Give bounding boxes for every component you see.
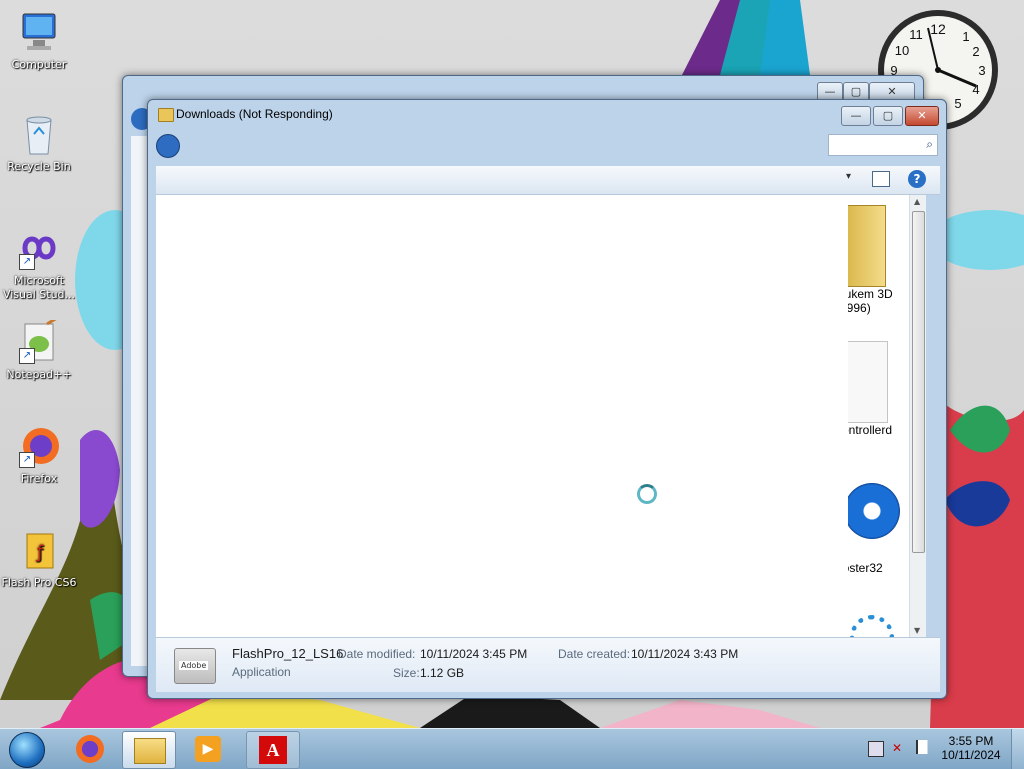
tray-date: 10/11/2024 — [941, 748, 1001, 762]
document-icon — [846, 341, 888, 423]
start-button[interactable] — [6, 731, 46, 768]
view-options-chevron-icon[interactable]: ▾ — [846, 171, 851, 182]
taskbar: ▶ A ✕ 3:55 PM 10/11/2024 — [0, 728, 1024, 769]
show-desktop-button[interactable] — [1011, 729, 1024, 769]
tray-time: 3:55 PM — [948, 734, 994, 748]
desktop-icon-label: Computer — [11, 58, 67, 71]
start-orb-icon — [9, 732, 45, 768]
desktop-icon-label: Flash Pro CS6 — [1, 576, 77, 589]
desktop-icon-label: Microsoft Visual Stud... — [2, 274, 76, 301]
search-box[interactable]: ⌕ — [828, 134, 938, 156]
firefox-icon: ↗ — [17, 424, 61, 468]
toolbar: ▾ ? — [156, 166, 940, 195]
shortcut-arrow-icon: ↗ — [19, 348, 35, 364]
adobe-flash-icon: A — [259, 736, 287, 764]
details-pane: Adobe FlashPro_12_LS16 Application Date … — [156, 637, 940, 692]
help-icon[interactable]: ? — [908, 170, 926, 188]
scrollbar-thumb[interactable] — [912, 211, 925, 553]
downloads-window[interactable]: Downloads (Not Responding) — ▢ ✕ ⌕ ▾ ? D… — [147, 99, 947, 699]
clock-number: 3 — [978, 63, 985, 78]
not-responding-overlay — [176, 195, 848, 637]
size-label: Size: — [393, 666, 420, 680]
desktop-icon-flash-pro[interactable]: ƒ Flash Pro CS6 — [0, 528, 78, 590]
date-modified-value: 10/11/2024 3:45 PM — [420, 647, 528, 661]
flash-pro-icon: ƒ — [17, 528, 61, 572]
desktop-icon-label: Notepad++ — [6, 368, 72, 381]
taskbar-firefox[interactable] — [64, 731, 116, 767]
vertical-scrollbar[interactable]: ▲ ▼ — [909, 195, 926, 637]
desktop-icon-label: Recycle Bin — [7, 160, 71, 173]
desktop-icon-notepad-plus-plus[interactable]: ↗ Notepad++ — [0, 316, 78, 382]
clock-number: 12 — [930, 21, 946, 37]
desktop-icon-recycle-bin[interactable]: Recycle Bin — [0, 112, 78, 174]
details-file-type: Application — [232, 665, 291, 679]
minimize-button[interactable]: — — [841, 106, 871, 126]
gear-icon — [850, 615, 894, 637]
taskbar-media-player[interactable]: ▶ — [182, 731, 234, 767]
close-button[interactable]: ✕ — [905, 106, 939, 126]
taskbar-adobe-flash[interactable]: A — [246, 731, 300, 769]
tray-clock[interactable]: 3:55 PM 10/11/2024 — [940, 734, 1002, 762]
desktop-icon-firefox[interactable]: ↗ Firefox — [0, 424, 78, 486]
taskbar-explorer[interactable] — [122, 731, 176, 769]
file-thumbnail-icon: Adobe — [174, 648, 216, 684]
preview-pane-icon[interactable] — [872, 171, 890, 187]
svg-text:ƒ: ƒ — [35, 542, 44, 563]
volume-muted-icon[interactable]: ✕ — [892, 741, 906, 755]
window-title: Downloads (Not Responding) — [176, 107, 333, 121]
folder-icon — [158, 108, 174, 122]
disc-app-icon — [844, 483, 900, 539]
network-icon[interactable] — [868, 741, 884, 757]
date-created-label: Date created: — [558, 647, 631, 661]
desktop-icon-label: Firefox — [20, 472, 58, 485]
desktop-icon-visual-studio[interactable]: ↗ Microsoft Visual Stud... — [0, 226, 78, 302]
desktop-icon-computer[interactable]: Computer — [0, 10, 78, 72]
shortcut-arrow-icon: ↗ — [19, 452, 35, 468]
computer-icon — [17, 10, 61, 54]
thumbnail-label: Adobe — [179, 661, 209, 670]
firefox-icon — [76, 735, 104, 763]
shortcut-arrow-icon: ↗ — [19, 254, 35, 270]
file-view: Dukem 3D (1996) controllerd b ooster32 ▲ — [156, 195, 926, 637]
search-icon: ⌕ — [926, 137, 933, 151]
size-value: 1.12 GB — [420, 666, 465, 680]
notepad-plus-plus-icon: ↗ — [17, 316, 61, 364]
title-bar[interactable]: Downloads (Not Responding) — ▢ ✕ — [148, 100, 946, 126]
back-button[interactable] — [156, 134, 180, 158]
clock-number: 2 — [972, 44, 979, 59]
action-center-flag-icon[interactable] — [916, 740, 930, 754]
date-created-value: 10/11/2024 3:43 PM — [631, 647, 739, 661]
desktop: 12 1 2 3 4 5 9 10 11 Computer Recycle Bi… — [0, 0, 1024, 728]
recycle-bin-icon — [17, 112, 61, 156]
zip-folder-icon — [844, 205, 886, 287]
scroll-down-arrow-icon[interactable]: ▼ — [914, 626, 920, 635]
clock-number: 5 — [954, 96, 961, 111]
scroll-up-arrow-icon[interactable]: ▲ — [914, 197, 920, 206]
media-player-icon: ▶ — [195, 736, 221, 762]
clock-number: 10 — [895, 43, 909, 58]
maximize-button[interactable]: ▢ — [873, 106, 903, 126]
visual-studio-icon: ↗ — [17, 226, 61, 270]
details-file-name: FlashPro_12_LS16 — [232, 646, 344, 661]
explorer-icon — [134, 738, 166, 764]
clock-number: 1 — [962, 29, 969, 44]
busy-spinner-icon — [637, 484, 657, 504]
clock-number: 11 — [909, 27, 923, 42]
date-modified-label: Date modified: — [338, 647, 416, 661]
